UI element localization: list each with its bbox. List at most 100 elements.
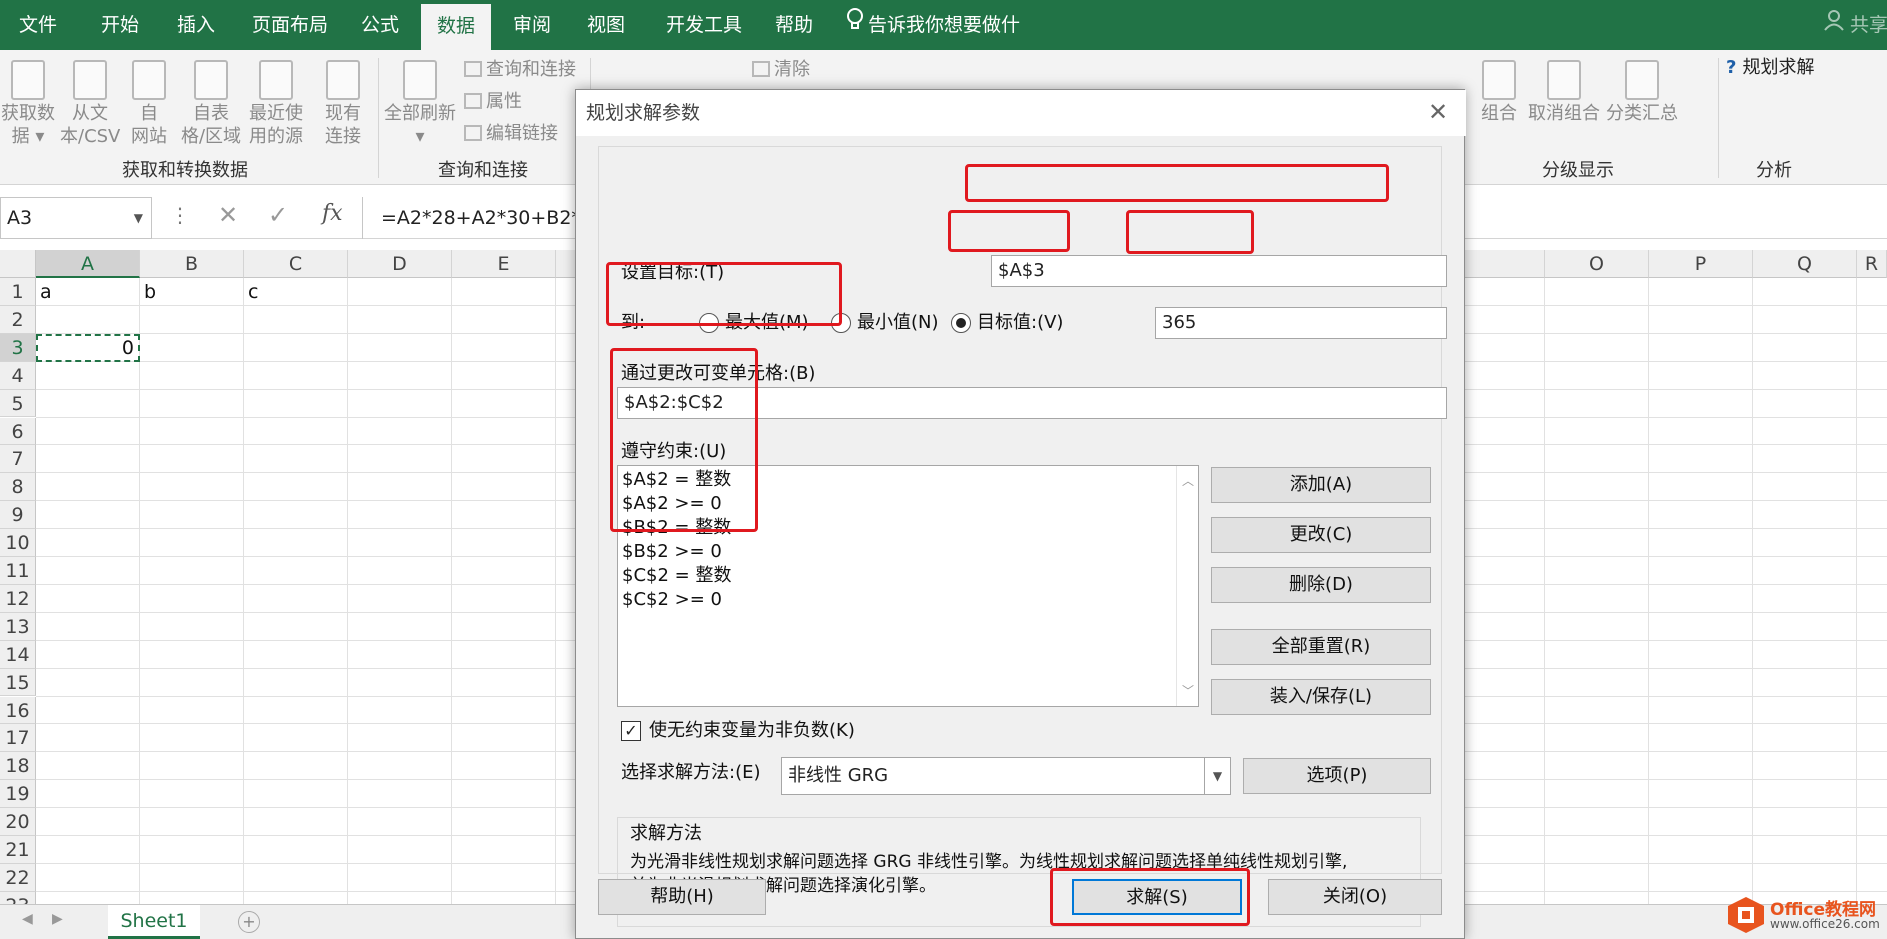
tab-view[interactable]: 视图 [582, 0, 630, 50]
row-header[interactable]: 1 [0, 278, 36, 306]
group-button[interactable]: 组合 [1474, 60, 1524, 125]
tab-page-layout[interactable]: 页面布局 [246, 0, 334, 50]
recent-sources-button[interactable]: 最近使 用的源 [246, 60, 306, 148]
row-header[interactable]: 14 [0, 640, 36, 669]
scroll-left-icon[interactable]: ◀ [22, 911, 33, 927]
subtotal-button[interactable]: 分类汇总 [1604, 60, 1680, 125]
list-item[interactable]: $C$2 >= 0 [622, 588, 722, 612]
row-header[interactable]: 2 [0, 305, 36, 334]
tab-file[interactable]: 文件 [14, 0, 62, 50]
radio-value-of-label[interactable]: 目标值:(V) [977, 311, 1063, 335]
grid-line [243, 278, 244, 904]
solver-button[interactable]: ? 规划求解 [1726, 56, 1814, 80]
close-button[interactable]: 关闭(O) [1268, 879, 1442, 915]
tab-formulas[interactable]: 公式 [356, 0, 404, 50]
select-all-corner[interactable] [0, 250, 36, 278]
sheet-tab[interactable]: Sheet1 [108, 905, 200, 939]
list-item[interactable]: $C$2 = 整数 [622, 564, 731, 588]
column-header[interactable]: Q [1753, 250, 1857, 278]
radio-min-label[interactable]: 最小值(N) [857, 311, 939, 335]
share-button[interactable]: 共享 [1850, 0, 1887, 50]
radio-value-of[interactable] [951, 313, 971, 333]
cell-a1[interactable]: a [40, 278, 52, 306]
column-header[interactable]: D [348, 250, 452, 278]
row-header[interactable]: 3 [0, 333, 36, 362]
reset-all-button[interactable]: 全部重置(R) [1211, 629, 1431, 665]
refresh-all-button[interactable]: 全部刷新 ▾ [382, 60, 458, 148]
method-select[interactable]: 非线性 GRG ▼ [781, 757, 1231, 795]
row-header[interactable]: 18 [0, 752, 36, 781]
change-button[interactable]: 更改(C) [1211, 517, 1431, 553]
from-csv-button[interactable]: 从文 本/CSV [60, 60, 120, 148]
row-header[interactable]: 5 [0, 389, 36, 418]
row-header[interactable]: 12 [0, 584, 36, 613]
load-save-button[interactable]: 装入/保存(L) [1211, 679, 1431, 715]
from-table-button[interactable]: 自表 格/区域 [178, 60, 244, 148]
column-header[interactable]: C [244, 250, 348, 278]
chevron-down-icon[interactable]: ▼ [134, 198, 143, 238]
column-header[interactable] [1465, 250, 1545, 278]
scroll-right-icon[interactable]: ▶ [52, 911, 63, 927]
existing-connections-button[interactable]: 现有 连接 [318, 60, 368, 148]
options-button[interactable]: 选项(P) [1243, 758, 1431, 794]
add-sheet-icon[interactable]: + [238, 911, 260, 933]
group-label-get-transform: 获取和转换数据 [122, 160, 248, 181]
scrollbar[interactable]: ︿ ﹀ [1176, 466, 1198, 706]
tell-me-search[interactable]: 告诉我你想要做什么 [868, 0, 1038, 86]
help-button[interactable]: 帮助(H) [598, 879, 766, 915]
row-header[interactable]: 9 [0, 501, 36, 530]
cell-b1[interactable]: b [144, 278, 156, 306]
row-header[interactable]: 4 [0, 361, 36, 390]
tab-help[interactable]: 帮助 [770, 0, 818, 50]
objective-input[interactable]: $A$3 [991, 255, 1447, 287]
from-web-button[interactable]: 自 网站 [126, 60, 172, 148]
tab-developer[interactable]: 开发工具 [660, 0, 748, 50]
column-header[interactable]: O [1545, 250, 1649, 278]
row-header[interactable]: 17 [0, 724, 36, 753]
group-label-queries: 查询和连接 [438, 160, 528, 181]
chevron-down-icon[interactable]: ▼ [1204, 758, 1230, 794]
row-header[interactable]: 8 [0, 473, 36, 502]
add-button[interactable]: 添加(A) [1211, 467, 1431, 503]
tab-review[interactable]: 审阅 [508, 0, 556, 50]
row-header[interactable]: 15 [0, 668, 36, 697]
chevron-up-icon[interactable]: ︿ [1182, 472, 1194, 489]
row-header[interactable]: 13 [0, 612, 36, 641]
tab-home[interactable]: 开始 [96, 0, 144, 50]
queries-connections-button[interactable]: 查询和连接 [464, 58, 576, 82]
nonneg-checkbox[interactable]: ✓ [621, 721, 641, 741]
row-header[interactable]: 19 [0, 780, 36, 809]
target-value-input[interactable]: 365 [1155, 307, 1447, 339]
ungroup-button[interactable]: 取消组合 [1526, 60, 1602, 125]
column-header[interactable]: A [36, 250, 140, 278]
row-header[interactable]: 6 [0, 417, 36, 446]
nonneg-label[interactable]: 使无约束变量为非负数(K) [649, 719, 855, 743]
row-header[interactable]: 16 [0, 696, 36, 725]
get-data-button[interactable]: 获取数 据 ▾ [0, 60, 56, 148]
row-header[interactable]: 21 [0, 836, 36, 864]
row-header[interactable]: 22 [0, 863, 36, 892]
enter-icon[interactable]: ✓ [268, 201, 288, 229]
row-header[interactable]: 11 [0, 557, 36, 585]
column-header[interactable]: P [1649, 250, 1753, 278]
properties-button[interactable]: 属性 [464, 90, 522, 114]
row-header[interactable]: 7 [0, 445, 36, 474]
clear-filter-button[interactable]: 清除 [752, 58, 810, 82]
cancel-icon[interactable]: ✕ [218, 201, 238, 229]
cell-a3-selected[interactable]: 0 [36, 334, 140, 362]
name-box[interactable]: A3 ▼ [0, 197, 152, 239]
row-header[interactable]: 10 [0, 529, 36, 557]
column-header[interactable]: E [452, 250, 556, 278]
column-header[interactable]: B [140, 250, 244, 278]
edit-links-button[interactable]: 编辑链接 [464, 122, 558, 146]
tab-data[interactable]: 数据 [421, 4, 491, 50]
tab-insert[interactable]: 插入 [172, 0, 220, 50]
column-header[interactable]: R [1857, 250, 1887, 278]
list-item[interactable]: $B$2 >= 0 [622, 540, 722, 564]
chevron-down-icon[interactable]: ﹀ [1182, 682, 1194, 699]
delete-button[interactable]: 删除(D) [1211, 567, 1431, 603]
row-header[interactable]: 20 [0, 808, 36, 836]
close-icon[interactable]: ✕ [1428, 98, 1448, 126]
cell-c1[interactable]: c [248, 278, 258, 306]
insert-function-icon[interactable]: fx [322, 201, 343, 226]
